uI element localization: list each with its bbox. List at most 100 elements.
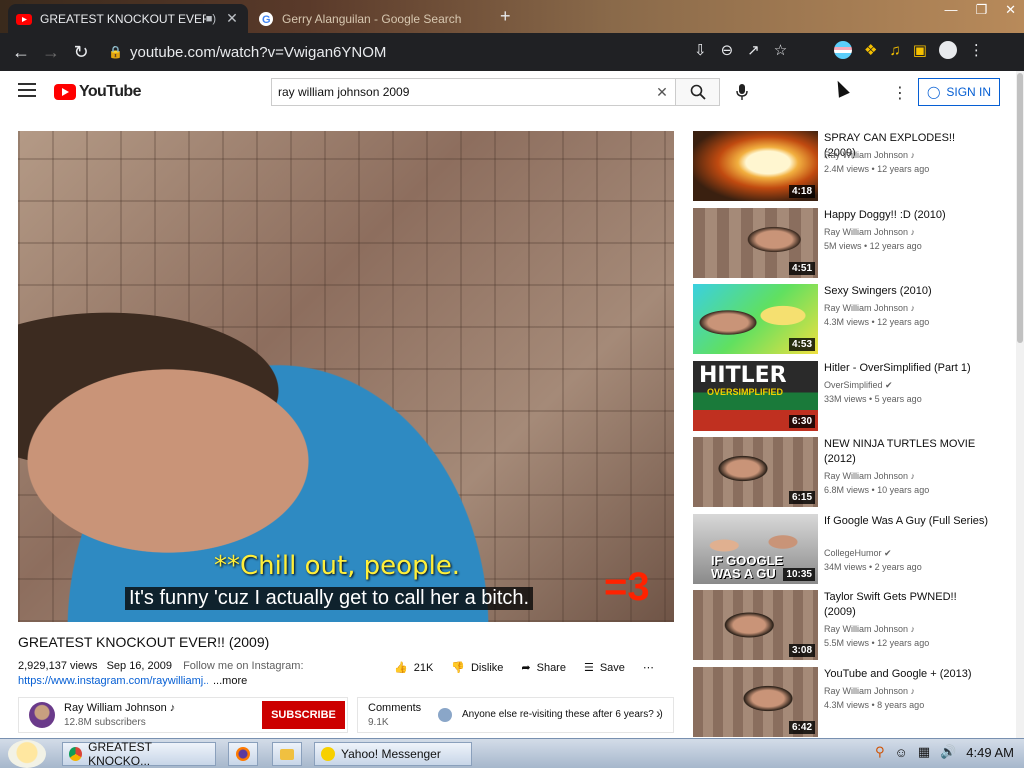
media-control-icon[interactable]: ♫ [889,42,900,59]
start-button[interactable] [8,740,46,768]
video-thumbnail[interactable]: 3:08 [693,590,818,660]
taskbar-label: Yahoo! Messenger [341,747,441,761]
recommendation-meta: 6.8M views • 10 years ago [824,485,930,495]
more-actions-icon[interactable]: ⋯ [643,661,654,674]
flag-extension-icon[interactable] [834,41,852,59]
video-thumbnail[interactable]: 4:18 [693,131,818,201]
close-window-icon[interactable]: ✕ [1005,2,1016,18]
caption-top: **Chill out, people. [214,551,461,581]
recommendation-item[interactable]: 4:18 SPRAY CAN EXPLODES!! (2009) Ray Wil… [693,131,993,203]
duration-badge: 4:53 [788,338,815,351]
search-icon[interactable]: ⚲ [875,744,885,760]
video-thumbnail[interactable]: 6:15 [693,437,818,507]
lock-icon: 🔒 [108,45,123,59]
recommendation-item[interactable]: 4:53 Sexy Swingers (2010) Ray William Jo… [693,284,993,356]
video-thumbnail[interactable]: 4:53 [693,284,818,354]
share-button[interactable]: ➦ Share [521,661,566,675]
side-panel-icon[interactable]: ▣ [913,41,927,59]
folder-icon [280,748,294,760]
search-input[interactable]: ray william johnson 2009 ✕ [271,78,676,106]
search-query: ray william johnson 2009 [278,85,410,99]
chrome-menu-icon[interactable]: ⋮ [969,41,984,59]
window-controls: — ❐ ✕ [944,2,1016,18]
sign-in-button[interactable]: ◯ SIGN IN [918,78,1000,106]
video-thumbnail[interactable]: 4:51 [693,208,818,278]
verified-icon: ✔ [884,548,892,558]
reload-icon[interactable]: ↻ [66,42,96,63]
url-text: youtube.com/watch?v=Vwigan6YNOM [130,43,387,61]
profile-icon[interactable] [938,41,957,59]
recommendation-meta: 5M views • 12 years ago [824,241,922,251]
clear-search-icon[interactable]: ✕ [649,84,675,101]
volume-icon[interactable]: 🔊 [940,744,956,760]
video-thumbnail[interactable]: IF GOOGLE WAS A GU 10:35 [693,514,818,584]
channel-avatar[interactable] [29,702,55,728]
tray-app-icon[interactable]: ☺ [895,745,908,760]
recommendation-item[interactable]: 6:42 YouTube and Google + (2013) Ray Wil… [693,667,993,739]
taskbar-item-chrome[interactable]: GREATEST KNOCKO... [62,740,216,768]
bookmark-star-icon[interactable]: ☆ [774,41,787,59]
scrollbar-thumb[interactable] [1017,73,1023,343]
recommendation-item[interactable]: 4:51 Happy Doggy!! :D (2010) Ray William… [693,208,993,280]
channel-text: Ray William Johnson [824,471,909,481]
music-note-icon: ♪ [910,303,916,313]
music-note-icon: ♪ [910,471,916,481]
chrome-icon [69,747,83,761]
taskbar-item-folder[interactable] [272,742,302,766]
channel-text: OverSimplified [824,380,883,390]
page-scrollbar[interactable] [1016,71,1024,738]
music-note-icon: ♪ [910,686,916,696]
recommendation-item[interactable]: 3:08 Taylor Swift Gets PWNED!! (2009) Ra… [693,590,993,662]
upload-date: Sep 16, 2009 [106,660,173,672]
music-note-icon: ♪ [910,150,916,160]
thumbnail-subheading: OVERSIMPLIFIED [707,387,784,397]
forward-icon[interactable]: → [36,42,66,63]
omnibox-actions: ⇩ ⊖ ↗ ☆ [694,41,787,59]
recommendation-item[interactable]: HITLER OVERSIMPLIFIED 6:30 Hitler - Over… [693,361,993,433]
install-icon[interactable]: ⇩ [694,41,707,59]
network-icon[interactable]: ▦ [918,744,930,760]
clock[interactable]: 4:49 AM [966,745,1014,760]
new-tab-icon[interactable]: + [500,6,511,27]
save-button[interactable]: ☰ Save [584,661,625,675]
recommendation-item[interactable]: 6:15 NEW NINJA TURTLES MOVIE (2012) Ray … [693,437,993,509]
video-thumbnail[interactable]: HITLER OVERSIMPLIFIED 6:30 [693,361,818,431]
tab-google-search[interactable]: G Gerry Alanguilan - Google Search [250,4,490,33]
microphone-icon[interactable] [736,84,748,105]
thumbnail-heading: HITLER [699,363,787,388]
browser-tab-strip: GREATEST KNOCKOUT EVER!! (2009) ■) ✕ G G… [0,0,1024,33]
os-taskbar: GREATEST KNOCKO... Yahoo! Messenger ⚲ ☺ … [0,738,1024,768]
zoom-icon[interactable]: ⊖ [721,41,734,59]
close-tab-icon[interactable]: ✕ [224,10,240,27]
show-more-link[interactable]: ...more [213,675,247,687]
recommendation-title: NEW NINJA TURTLES MOVIE (2012) [824,438,976,465]
like-button[interactable]: 👍 21K [394,661,433,675]
restore-icon[interactable]: ❐ [975,2,987,18]
youtube-favicon-icon [16,13,32,25]
tab-youtube[interactable]: GREATEST KNOCKOUT EVER!! (2009) ■) ✕ [8,4,248,33]
taskbar-item-firefox[interactable] [228,742,258,766]
recommendation-item[interactable]: IF GOOGLE WAS A GU 10:35 If Google Was A… [693,514,993,586]
more-options-icon[interactable]: ⋮ [892,83,908,103]
back-icon[interactable]: ← [6,42,36,63]
taskbar-item-yahoo-messenger[interactable]: Yahoo! Messenger [314,742,472,766]
speaker-icon[interactable]: ■) [206,13,216,25]
video-player[interactable]: **Chill out, people. It's funny 'cuz I a… [18,131,674,622]
instagram-link[interactable]: https://www.instagram.com/raywilliamj... [18,675,208,687]
music-note-icon: ♪ [910,227,916,237]
share-icon[interactable]: ↗ [747,41,760,59]
dislike-button[interactable]: 👎 Dislike [451,661,503,675]
channel-name[interactable]: Ray William Johnson ♪ [64,702,175,714]
comments-teaser[interactable]: Comments 9.1K Anyone else re-visiting th… [357,697,674,733]
puzzle-extension-icon[interactable]: ❖ [864,41,877,59]
minimize-icon[interactable]: — [944,2,957,18]
caption-bottom: It's funny 'cuz I actually get to call h… [125,587,534,610]
youtube-logo[interactable]: YouTube [54,83,141,101]
recommendation-channel: Ray William Johnson ♪ [824,624,915,634]
subscribe-button[interactable]: SUBSCRIBE [262,701,345,729]
video-thumbnail[interactable]: 6:42 [693,667,818,737]
menu-icon[interactable] [18,83,36,101]
svg-text:G: G [262,14,271,26]
sign-in-label: SIGN IN [946,85,992,99]
search-button[interactable] [675,78,720,106]
